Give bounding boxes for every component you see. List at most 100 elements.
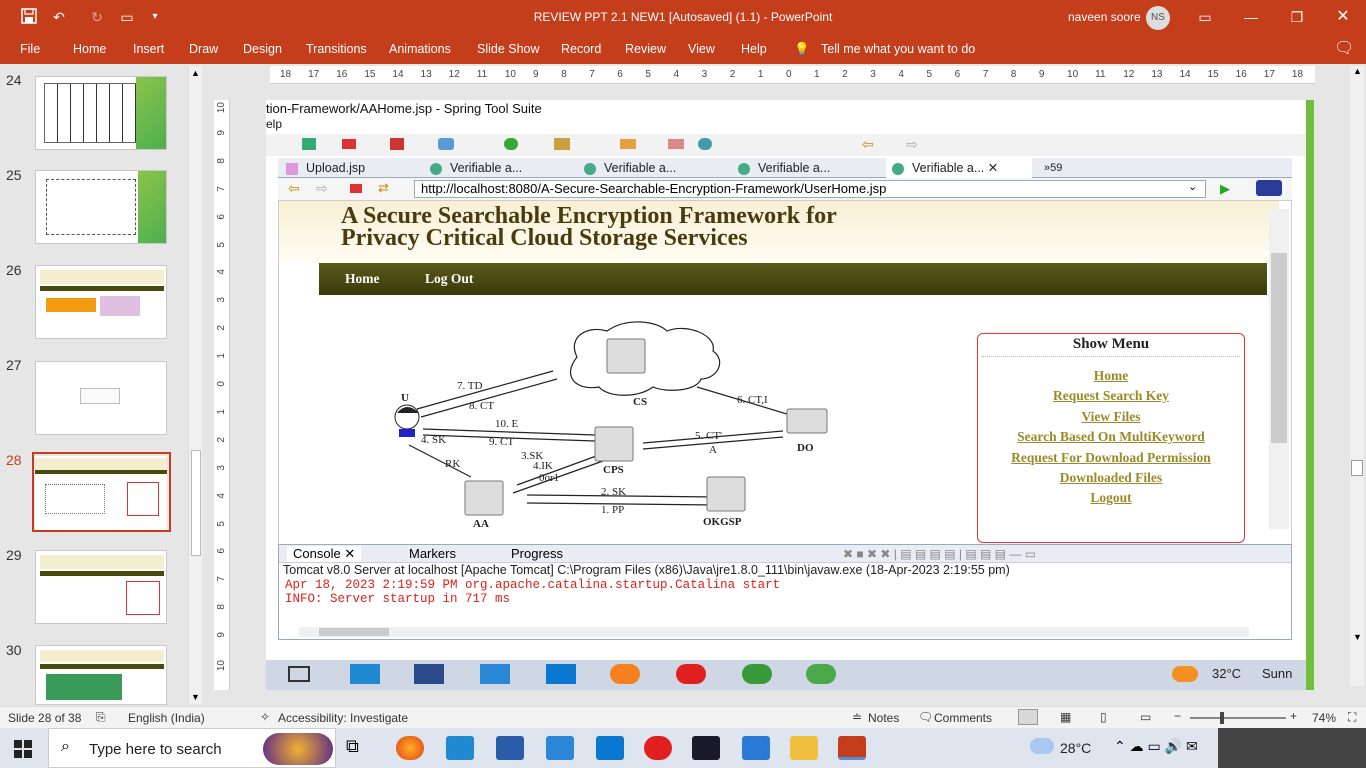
show-menu-title: Show Menu [1072, 336, 1150, 352]
tab-insert[interactable]: Insert [133, 34, 164, 64]
avatar[interactable]: NS [1146, 6, 1170, 30]
notes-icon: ≐ [852, 710, 863, 724]
minimize-icon[interactable]: — [1242, 8, 1260, 26]
menu-downloaded-files-link[interactable]: Downloaded Files [978, 470, 1244, 486]
tab-draw[interactable]: Draw [189, 34, 218, 64]
slide-thumbnail-selected[interactable] [35, 456, 167, 530]
ruler-tick-label: 11 [1095, 69, 1106, 80]
fit-slide-icon[interactable]: ⛶ [1348, 710, 1356, 725]
tab-review[interactable]: Review [625, 34, 666, 64]
notes-button[interactable]: Notes [868, 711, 899, 725]
task-view-icon[interactable]: ⧉ [346, 736, 374, 760]
slide-thumbnail[interactable] [35, 645, 167, 705]
ruler-tick-label: 9 [216, 632, 227, 638]
comment-icon[interactable]: 🗨 [1334, 34, 1354, 64]
nav-logout[interactable]: Log Out [425, 271, 473, 287]
tab-help[interactable]: Help [741, 34, 767, 64]
firefox-icon[interactable] [396, 736, 424, 760]
tab-home[interactable]: Home [73, 34, 106, 64]
customize-icon[interactable]: ▾ [146, 8, 164, 26]
file-explorer-icon[interactable] [790, 736, 818, 760]
ruler-tick-label: 10 [216, 102, 227, 114]
console-hscrollbar[interactable] [299, 627, 1249, 637]
comments-button[interactable]: Comments [934, 711, 992, 725]
tab-close-icon[interactable]: ✕ [988, 161, 998, 175]
menu-request-download-permission-link[interactable]: Request For Download Permission [978, 450, 1244, 466]
slide-sorter-icon[interactable]: ▦ [1060, 710, 1071, 724]
stop-icon[interactable] [350, 184, 362, 193]
thumb-scrollbar[interactable]: ▲ ▼ [188, 66, 202, 704]
tab-design[interactable]: Design [243, 34, 282, 64]
slide-thumbnail[interactable] [35, 265, 167, 339]
editor-scrollbar[interactable]: ▲ ▼ [1350, 66, 1364, 686]
ruler-tick-label: 17 [1263, 69, 1275, 80]
slide-thumbnail[interactable] [35, 76, 167, 150]
tab-animations[interactable]: Animations [389, 34, 451, 64]
url-dropdown-icon[interactable]: ⌄ [1188, 180, 1197, 193]
menu-logout-link[interactable]: Logout [978, 490, 1244, 506]
spelling-icon[interactable]: ⎘ [96, 710, 106, 725]
tab-slide-show[interactable]: Slide Show [477, 34, 540, 64]
zoom-level[interactable]: 74% [1312, 711, 1336, 725]
tab-upload-jsp[interactable]: Upload.jsp [286, 158, 424, 178]
restore-icon[interactable]: ❐ [1288, 8, 1306, 26]
mysql-icon[interactable] [692, 736, 720, 760]
tab-transitions[interactable]: Transitions [306, 34, 367, 64]
language-status[interactable]: English (India) [128, 711, 205, 725]
console-toolbar-icons[interactable]: ✖ ■ ✖ ✖ | ▤ ▤ ▤ ▤ | ▤ ▤ ▤ — ▭ [843, 547, 1036, 561]
mail-icon[interactable] [546, 736, 574, 760]
menu-request-search-key-link[interactable]: Request Search Key [978, 388, 1244, 404]
powerpoint-icon[interactable] [838, 736, 866, 760]
tab-verifiable-3[interactable]: Verifiable a... [738, 158, 878, 178]
zoom-in-icon[interactable]: + [1290, 709, 1297, 723]
menu-search-multikeyword-link[interactable]: Search Based On MultiKeyword [978, 429, 1244, 445]
slide-canvas[interactable]: tion-Framework/AAHome.jsp - Spring Tool … [266, 100, 1314, 690]
presenter-view-icon[interactable]: ▭ [1140, 710, 1151, 724]
save-icon[interactable] [20, 8, 38, 26]
url-field[interactable]: http://localhost:8080/A-Secure-Searchabl… [414, 180, 1206, 198]
menu-view-files-link[interactable]: View Files [978, 409, 1244, 425]
undo-icon[interactable]: ↶ [50, 8, 68, 26]
taskbar-app-l-icon[interactable] [446, 736, 474, 760]
vscode-icon[interactable] [742, 736, 770, 760]
go-icon[interactable]: ▶ [1220, 181, 1230, 197]
slide-thumbnail[interactable] [35, 361, 167, 435]
taskbar-search-box[interactable]: ⌕ Type here to search [48, 728, 336, 768]
slide-thumbnail[interactable] [35, 170, 167, 244]
tab-progress[interactable]: Progress [511, 546, 563, 561]
tab-overflow[interactable]: »59 [1044, 158, 1062, 178]
tab-markers[interactable]: Markers [409, 546, 456, 561]
reading-view-icon[interactable]: ▯ [1100, 710, 1107, 724]
zoom-out-icon[interactable]: − [1174, 709, 1181, 723]
refresh-icon[interactable]: ⇄ [378, 180, 389, 196]
node-okgsp: OKGSP [703, 516, 742, 527]
cortana-app-icon[interactable] [596, 736, 624, 760]
redo-icon[interactable]: ↻ [88, 8, 106, 26]
tab-view[interactable]: View [688, 34, 715, 64]
accessibility-status[interactable]: Accessibility: Investigate [278, 711, 408, 725]
slideshow-icon[interactable]: ▭ [118, 8, 136, 26]
tab-verifiable-1[interactable]: Verifiable a... [430, 158, 570, 178]
system-tray-icons[interactable]: ⌃ ☁ ▭ 🔊 ✉ [1114, 738, 1198, 755]
tab-record[interactable]: Record [561, 34, 601, 64]
close-icon[interactable]: ✕ [1334, 8, 1352, 26]
tab-file[interactable]: File [20, 34, 40, 64]
tab-verifiable-active[interactable]: Verifiable a... ✕ [886, 158, 1032, 178]
windows-start-icon[interactable] [14, 740, 32, 758]
snipping-overlay [1218, 728, 1366, 768]
normal-view-icon[interactable] [1018, 709, 1038, 725]
page-vertical-scrollbar[interactable] [1269, 209, 1289, 529]
slide-thumbnail[interactable] [35, 550, 167, 624]
tell-me-search[interactable]: Tell me what you want to do [821, 34, 975, 64]
tab-console[interactable]: Console ✕ [287, 546, 362, 562]
ribbon-display-icon[interactable]: ▭ [1196, 8, 1214, 26]
menu-home-link[interactable]: Home [978, 368, 1244, 384]
tab-verifiable-2[interactable]: Verifiable a... [584, 158, 724, 178]
back-icon[interactable]: ⇦ [288, 180, 300, 197]
ruler-tick-label: 8 [216, 157, 227, 164]
opera-icon[interactable] [644, 736, 672, 760]
store-icon[interactable] [496, 736, 524, 760]
zoom-slider[interactable] [1190, 712, 1286, 724]
forward-icon[interactable]: ⇨ [316, 180, 328, 197]
nav-home[interactable]: Home [345, 271, 380, 287]
